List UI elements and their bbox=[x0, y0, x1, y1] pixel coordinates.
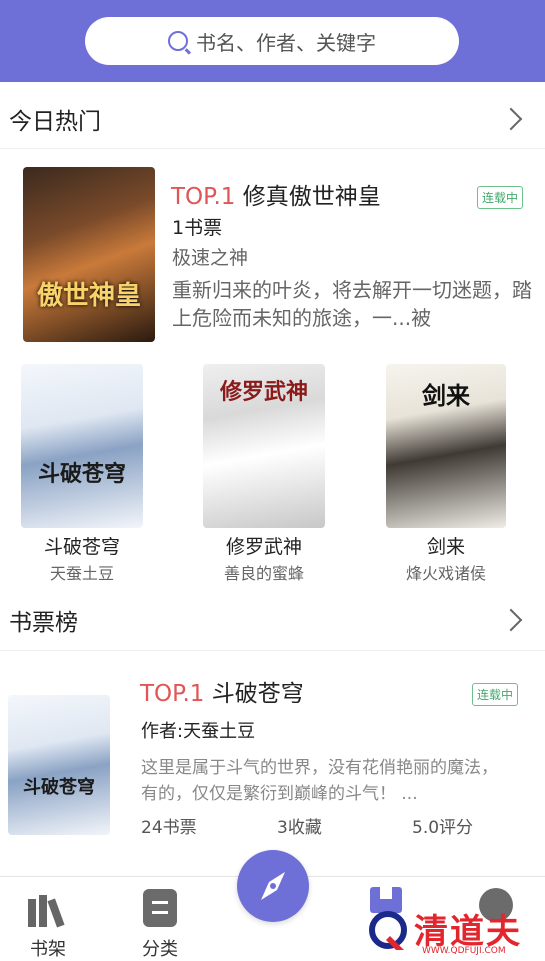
divider bbox=[0, 650, 545, 651]
nav-label: 书架 bbox=[30, 939, 66, 960]
nav-bookshelf[interactable]: 书架 bbox=[18, 877, 78, 960]
book-name: 斗破苍穹 bbox=[211, 681, 304, 707]
author-text: 作者:天蚕土豆 bbox=[141, 721, 256, 742]
featured-title[interactable]: TOP.1 斗破苍穹 bbox=[140, 679, 304, 709]
featured-title[interactable]: TOP.1 修真傲世神皇 bbox=[171, 182, 381, 212]
book-author: 烽火戏诸侯 bbox=[405, 564, 486, 583]
rank-label: TOP.1 bbox=[171, 184, 236, 210]
cover-title: 剑来 bbox=[422, 381, 470, 410]
book-cover[interactable]: 傲世神皇 bbox=[23, 167, 155, 342]
book-name[interactable]: 剑来 bbox=[376, 532, 516, 559]
section-title: 今日热门 bbox=[9, 109, 101, 135]
cover-title: 傲世神皇 bbox=[36, 281, 141, 311]
cover-title: 修罗武神 bbox=[219, 379, 308, 405]
chevron-right-icon[interactable] bbox=[499, 608, 523, 632]
chevron-right-icon[interactable] bbox=[499, 107, 523, 131]
book-author: 天蚕土豆 bbox=[49, 564, 114, 583]
search-placeholder: 书名、作者、关键字 bbox=[196, 30, 376, 55]
search-box[interactable]: 书名、作者、关键字 bbox=[85, 17, 459, 65]
book-author: 善良的蜜蜂 bbox=[223, 564, 304, 583]
description-text: 重新归来的叶炎，将去解开一切迷题，踏上危险而未知的旅途，一...被 bbox=[172, 278, 532, 330]
book-name: 修真傲世神皇 bbox=[242, 184, 381, 210]
bookshelf-icon bbox=[28, 895, 65, 928]
status-badge: 连载中 bbox=[477, 186, 524, 209]
status-badge: 连载中 bbox=[472, 683, 519, 706]
watermark-q-icon bbox=[369, 911, 407, 950]
discover-button[interactable] bbox=[237, 850, 309, 922]
votes-text: 1书票 bbox=[172, 217, 223, 239]
book-cover[interactable]: 斗破苍穹 bbox=[21, 364, 143, 528]
cover-title: 斗破苍穹 bbox=[37, 461, 126, 487]
book-cover[interactable]: 修罗武神 bbox=[203, 364, 325, 528]
vote-rank-header[interactable]: 书票榜 bbox=[0, 603, 545, 643]
description-text: 这里是属于斗气的世界，没有花俏艳丽的魔法，有的，仅仅是繁衍到巅峰的斗气！ ... bbox=[141, 758, 498, 804]
hot-today-header[interactable]: 今日热门 bbox=[0, 102, 545, 142]
score-stat: 5.0评分 bbox=[412, 818, 474, 838]
book-name[interactable]: 修罗武神 bbox=[194, 532, 334, 559]
nav-label: 分类 bbox=[142, 939, 178, 960]
watermark-logo: 清道夫 WWW.QDFUJI.COM bbox=[366, 906, 541, 958]
nav-category[interactable]: 分类 bbox=[130, 877, 190, 960]
section-title: 书票榜 bbox=[9, 610, 78, 636]
divider bbox=[0, 148, 545, 149]
search-icon bbox=[168, 31, 188, 51]
book-cover[interactable]: 剑来 bbox=[386, 364, 506, 528]
category-icon bbox=[143, 889, 177, 927]
compass-icon bbox=[261, 872, 285, 900]
rank-label: TOP.1 bbox=[140, 681, 205, 707]
favorites-stat: 3收藏 bbox=[277, 818, 322, 838]
author-text: 极速之神 bbox=[172, 247, 249, 269]
watermark-url: WWW.QDFUJI.COM bbox=[422, 946, 506, 956]
cover-title: 斗破苍穹 bbox=[23, 777, 95, 798]
book-cover[interactable]: 斗破苍穹 bbox=[8, 695, 110, 835]
votes-stat: 24书票 bbox=[141, 818, 197, 838]
book-name[interactable]: 斗破苍穹 bbox=[12, 532, 152, 559]
top-bar: 书名、作者、关键字 bbox=[0, 0, 545, 82]
